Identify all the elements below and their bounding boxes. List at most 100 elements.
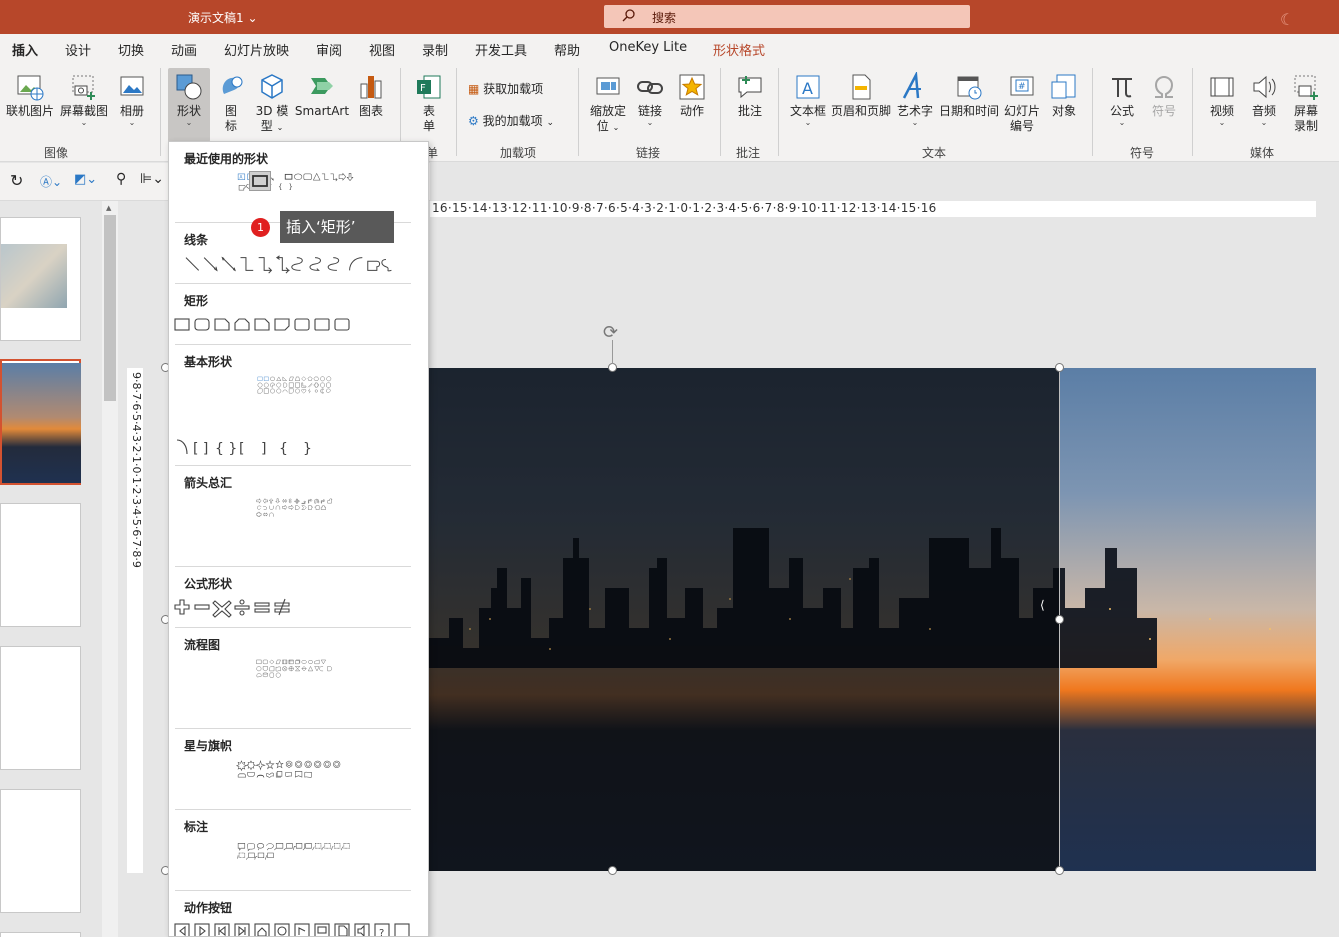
- divider: [175, 566, 411, 567]
- section-block-arrows: 箭头总汇: [184, 476, 233, 490]
- thumbnail-scrollbar[interactable]: ▲: [102, 201, 118, 937]
- store-icon: ▦: [468, 82, 480, 96]
- get-addins-button[interactable]: ▦ 获取加载项: [468, 80, 543, 97]
- 3d-models-button[interactable]: 3D 模型 ⌄: [252, 72, 292, 135]
- shapes-quick-icon[interactable]: ◩⌄: [74, 172, 97, 187]
- stars-banners-grid[interactable]: [173, 760, 418, 780]
- shapes-button[interactable]: 形状 ⌄: [168, 68, 210, 142]
- tab-transitions[interactable]: 切换: [118, 40, 144, 59]
- resize-handle[interactable]: [1055, 363, 1064, 372]
- scroll-up-icon[interactable]: ▲: [106, 204, 111, 212]
- equation-shapes-row[interactable]: [173, 598, 418, 618]
- ribbon-tabs: 插入 设计 切换 动画 幻灯片放映 审阅 视图 录制 开发工具 帮助 OneKe…: [0, 34, 1339, 65]
- recent-shapes-row[interactable]: A ≫ { }: [173, 172, 418, 192]
- textbox-quick-icon[interactable]: Ⓐ⌄: [40, 173, 62, 190]
- section-callouts: 标注: [184, 820, 209, 834]
- section-flowchart: 流程图: [184, 638, 221, 652]
- slide-thumbnail[interactable]: [0, 932, 81, 937]
- tab-developer[interactable]: 开发工具: [475, 40, 527, 59]
- group-label-media: 媒体: [1250, 146, 1275, 160]
- screen-recording-button[interactable]: 屏幕 录制: [1286, 72, 1326, 134]
- edge-handle[interactable]: ⟨: [1040, 598, 1045, 612]
- dark-overlay-rectangle[interactable]: [429, 368, 1060, 871]
- group-label-comments: 批注: [736, 146, 761, 160]
- wordart-button[interactable]: 艺术字 ⌄: [894, 72, 936, 127]
- rectangle-shape-hover[interactable]: [249, 171, 271, 191]
- smartart-button[interactable]: SmartArt: [294, 72, 350, 119]
- align-quick-icon[interactable]: ⊫⌄: [140, 171, 164, 187]
- textbox-button[interactable]: A 文本框 ⌄: [788, 72, 828, 127]
- resize-handle[interactable]: [608, 866, 617, 875]
- datetime-button[interactable]: 日期和时间: [938, 72, 1000, 119]
- star-action-icon: [679, 74, 705, 100]
- group-label-links: 链接: [636, 146, 661, 160]
- document-title[interactable]: 演示文稿1 ⌄: [188, 9, 258, 26]
- search-box[interactable]: 搜索: [604, 5, 970, 28]
- svg-text:]: ]: [261, 441, 266, 457]
- tab-insert[interactable]: 插入: [12, 40, 39, 65]
- slide-thumbnail[interactable]: [0, 217, 81, 341]
- slide-thumbnail-selected[interactable]: [0, 359, 81, 485]
- divider: [175, 890, 411, 891]
- object-button[interactable]: 对象: [1044, 72, 1084, 119]
- symbol-button[interactable]: 符号: [1144, 72, 1184, 119]
- video-button[interactable]: 视频 ⌄: [1202, 72, 1242, 127]
- callouts-grid[interactable]: [173, 842, 418, 862]
- tab-record[interactable]: 录制: [422, 40, 448, 59]
- link-button[interactable]: 链接 ⌄: [632, 72, 668, 127]
- photo-album-icon: [120, 76, 144, 96]
- resize-handle[interactable]: [608, 363, 617, 372]
- tab-onekey[interactable]: OneKey Lite: [609, 40, 687, 55]
- comment-button[interactable]: 批注: [728, 72, 772, 119]
- tab-review[interactable]: 审阅: [316, 40, 342, 59]
- icons-icon: [222, 76, 243, 94]
- comment-icon: [738, 76, 762, 99]
- tab-design[interactable]: 设计: [65, 40, 91, 59]
- ribbon-separator: [578, 68, 579, 156]
- tab-shape-format[interactable]: 形状格式: [713, 40, 765, 59]
- redo-icon[interactable]: ↻: [10, 171, 23, 190]
- slide-thumbnail[interactable]: [0, 789, 81, 913]
- divider: [175, 728, 411, 729]
- audio-button[interactable]: 音频 ⌄: [1244, 72, 1284, 127]
- zoom-quick-icon[interactable]: ⚲: [116, 171, 126, 187]
- slide-canvas[interactable]: [429, 368, 1316, 871]
- ribbon-separator: [1192, 68, 1193, 156]
- album-button[interactable]: 相册 ⌄: [112, 72, 152, 127]
- tab-animations[interactable]: 动画: [171, 40, 197, 59]
- slide-number-button[interactable]: # 幻灯片 编号: [1002, 72, 1042, 134]
- resize-handle[interactable]: [1055, 615, 1064, 624]
- resize-handle[interactable]: [1055, 866, 1064, 875]
- brackets-row[interactable]: [ ] { } [ ] { }: [173, 438, 418, 458]
- block-arrows-grid[interactable]: [173, 498, 418, 518]
- slide-thumbnail[interactable]: [0, 503, 81, 627]
- basic-shapes-grid[interactable]: [173, 376, 418, 396]
- online-pictures-button[interactable]: 联机图片: [4, 72, 56, 119]
- step-badge: 1: [251, 218, 270, 237]
- header-footer-button[interactable]: 页眉和页脚: [830, 72, 892, 119]
- rotate-handle-icon[interactable]: ⟳: [603, 322, 618, 343]
- tab-slideshow[interactable]: 幻灯片放映: [224, 40, 289, 59]
- zoom-button[interactable]: 缩放定位 ⌄: [586, 72, 630, 135]
- equation-button[interactable]: 公式 ⌄: [1102, 72, 1142, 127]
- screenshot-icon: [72, 75, 95, 100]
- tab-help[interactable]: 帮助: [554, 40, 580, 59]
- tab-view[interactable]: 视图: [369, 40, 395, 59]
- lines-row[interactable]: [173, 254, 418, 274]
- slide-number-icon: #: [1010, 76, 1034, 96]
- flowchart-grid[interactable]: [173, 659, 418, 679]
- chart-button[interactable]: 图表: [352, 72, 390, 119]
- rectangles-row[interactable]: [173, 316, 418, 336]
- forms-button[interactable]: F 表单: [410, 72, 448, 134]
- slide-thumbnail[interactable]: [0, 646, 81, 770]
- action-buttons-row[interactable]: ?: [173, 922, 418, 937]
- online-picture-icon: [17, 75, 44, 101]
- my-addins-button[interactable]: ⚙ 我的加载项 ⌄: [468, 112, 554, 129]
- screenshot-button[interactable]: 屏幕截图 ⌄: [58, 72, 110, 127]
- icons-button[interactable]: 图标: [214, 72, 248, 134]
- scrollbar-thumb[interactable]: [104, 215, 116, 401]
- rotate-stem: [612, 340, 613, 364]
- action-button[interactable]: 动作: [672, 72, 712, 119]
- lightbulb-icon[interactable]: ☾: [1280, 10, 1300, 30]
- tooltip: 插入‘矩形’: [280, 211, 394, 243]
